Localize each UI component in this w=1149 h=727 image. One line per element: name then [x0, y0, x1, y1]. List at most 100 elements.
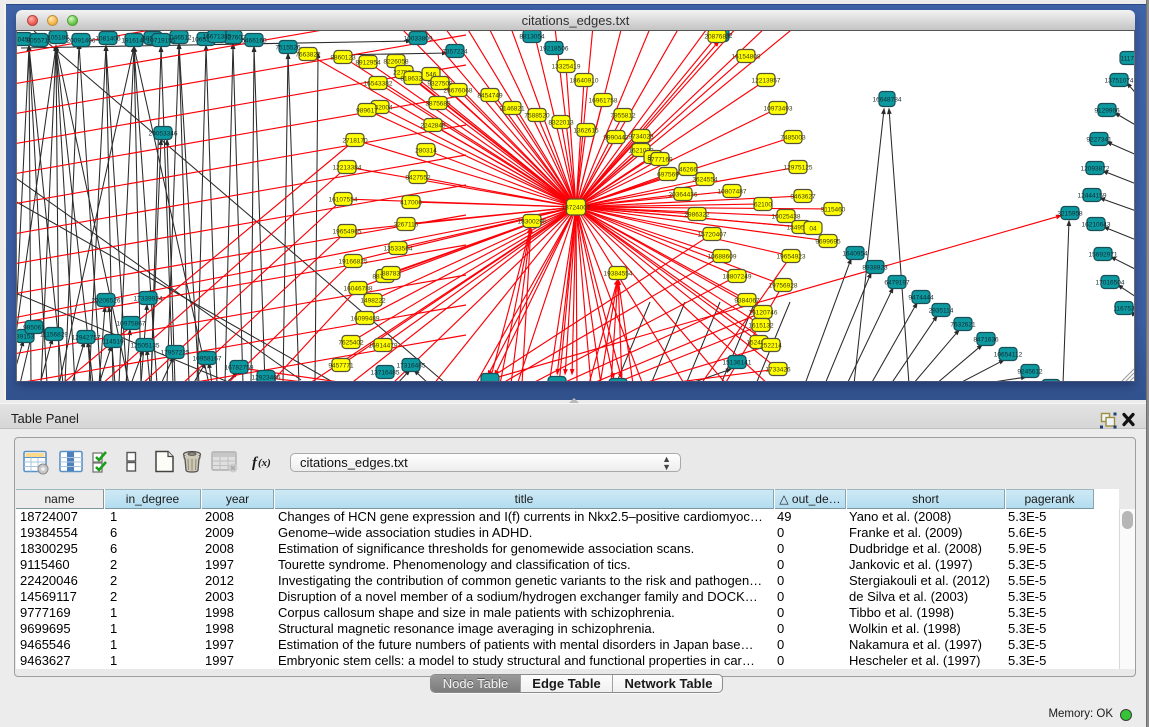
svg-text:13325419: 13325419	[552, 63, 581, 70]
svg-text:10033809: 10033809	[404, 35, 433, 42]
svg-text:13716485: 13716485	[371, 369, 400, 376]
svg-text:16671385: 16671385	[203, 33, 232, 40]
svg-text:16961758: 16961758	[589, 97, 618, 104]
svg-text:10807487: 10807487	[718, 188, 747, 195]
svg-text:16107554: 16107554	[329, 196, 358, 203]
svg-text:7955812: 7955812	[610, 112, 636, 119]
svg-text:13751074: 13751074	[1105, 77, 1134, 84]
svg-text:9115460: 9115460	[821, 206, 846, 213]
svg-text:16046788: 16046788	[344, 285, 373, 292]
svg-text:9146821: 9146821	[499, 105, 525, 112]
svg-text:16154808: 16154808	[732, 53, 761, 60]
svg-text:9129966: 9129966	[1094, 107, 1120, 114]
svg-text:10973493: 10973493	[764, 105, 793, 112]
svg-text:11175: 11175	[1120, 55, 1135, 62]
svg-text:17957225: 17957225	[161, 349, 190, 356]
svg-text:18807249: 18807249	[723, 273, 752, 280]
svg-text:16210643: 16210643	[1082, 221, 1111, 228]
svg-text:16543382: 16543382	[364, 80, 393, 87]
svg-text:6466160: 6466160	[241, 37, 267, 44]
svg-text:16099489: 16099489	[351, 315, 380, 322]
svg-text:9699695: 9699695	[815, 238, 841, 245]
svg-text:3215958: 3215958	[1057, 210, 1083, 217]
svg-text:3624554: 3624554	[692, 176, 718, 183]
svg-text:12444159: 12444159	[1078, 192, 1107, 199]
svg-text:1081406: 1081406	[95, 35, 121, 42]
svg-text:8427552: 8427552	[405, 174, 431, 181]
svg-text:417006: 417006	[400, 199, 422, 206]
svg-text:7632621: 7632621	[950, 321, 976, 328]
svg-text:16648784: 16648784	[873, 96, 902, 103]
svg-text:2087682: 2087682	[704, 33, 730, 40]
svg-text:19654923: 19654923	[777, 253, 806, 260]
svg-text:2242848: 2242848	[420, 122, 446, 129]
svg-text:19756928: 19756928	[769, 282, 798, 289]
svg-text:8813054: 8813054	[519, 33, 545, 40]
svg-text:10688609: 10688609	[708, 253, 737, 260]
svg-text:11156829: 11156829	[40, 331, 68, 338]
svg-text:15692971: 15692971	[1089, 251, 1118, 258]
svg-text:10654112: 10654112	[994, 351, 1023, 358]
svg-text:10025438: 10025438	[772, 213, 801, 220]
svg-text:10719155: 10719155	[147, 37, 176, 44]
svg-text:17016504: 17016504	[1096, 279, 1125, 286]
svg-text:12213384: 12213384	[333, 164, 362, 171]
svg-text:62100: 62100	[754, 201, 772, 208]
svg-text:12975125: 12975125	[784, 164, 813, 171]
svg-text:7625402: 7625402	[338, 339, 364, 346]
svg-text:8912954: 8912954	[355, 59, 381, 66]
svg-text:1640954: 1640954	[842, 250, 868, 257]
svg-text:8471636: 8471636	[973, 336, 999, 343]
svg-text:12093872: 12093872	[1081, 165, 1110, 172]
svg-text:88783: 88783	[382, 270, 400, 277]
svg-text:8322013: 8322013	[548, 119, 574, 126]
svg-text:9990443: 9990443	[603, 134, 629, 141]
svg-text:2935114: 2935114	[929, 307, 954, 314]
svg-text:04: 04	[809, 225, 817, 232]
svg-text:16120746: 16120746	[749, 309, 778, 316]
svg-text:7357224: 7357224	[442, 48, 468, 55]
svg-text:18640910: 18640910	[570, 77, 599, 84]
svg-text:20364436: 20364436	[669, 191, 698, 198]
svg-text:9777169: 9777169	[647, 156, 673, 163]
svg-text:12213957: 12213957	[752, 77, 781, 84]
svg-text:18724007: 18724007	[562, 204, 591, 211]
svg-text:9457771: 9457771	[328, 362, 354, 369]
svg-text:7515526: 7515526	[275, 44, 301, 51]
svg-text:12923466: 12923466	[252, 374, 281, 381]
svg-text:20206526: 20206526	[92, 297, 121, 304]
svg-text:23676068: 23676068	[444, 87, 473, 94]
svg-text:3267110: 3267110	[394, 221, 419, 228]
svg-text:16782759: 16782759	[225, 364, 254, 371]
svg-text:9734023: 9734023	[628, 133, 654, 140]
svg-text:15136141: 15136141	[723, 359, 752, 366]
svg-text:697569: 697569	[657, 171, 679, 178]
svg-text:19218506: 19218506	[540, 45, 569, 52]
svg-text:989617: 989617	[356, 107, 378, 114]
svg-text:1733426: 1733426	[765, 366, 791, 373]
svg-text:16914479: 16914479	[369, 342, 398, 349]
svg-text:46266: 46266	[679, 166, 697, 173]
svg-text:9384067: 9384067	[734, 297, 760, 304]
svg-text:12942757: 12942757	[72, 334, 101, 341]
svg-text:39153: 39153	[17, 333, 34, 340]
svg-text:19654965: 19654965	[333, 228, 362, 235]
svg-text:985061: 985061	[23, 324, 45, 331]
svg-text:280314: 280314	[415, 147, 437, 154]
svg-text:13533564: 13533564	[384, 245, 413, 252]
svg-text:3875685: 3875685	[425, 100, 451, 107]
svg-text:19384554: 19384554	[604, 270, 633, 277]
svg-text:2986322: 2986322	[684, 211, 710, 218]
svg-text:1615132: 1615132	[748, 322, 774, 329]
svg-text:8938923: 8938923	[862, 264, 888, 271]
svg-text:18300295: 18300295	[518, 218, 547, 225]
svg-text:1498222: 1498222	[360, 297, 386, 304]
svg-text:12505135: 12505135	[131, 342, 160, 349]
svg-text:8226058: 8226058	[383, 58, 409, 65]
svg-text:10958167: 10958167	[193, 355, 222, 362]
svg-text:9474444: 9474444	[908, 294, 934, 301]
svg-text:9227341: 9227341	[1086, 136, 1112, 143]
svg-text:(x): (x)	[258, 457, 271, 469]
svg-text:7663822: 7663822	[295, 51, 321, 58]
svg-text:8860123: 8860123	[330, 54, 356, 61]
